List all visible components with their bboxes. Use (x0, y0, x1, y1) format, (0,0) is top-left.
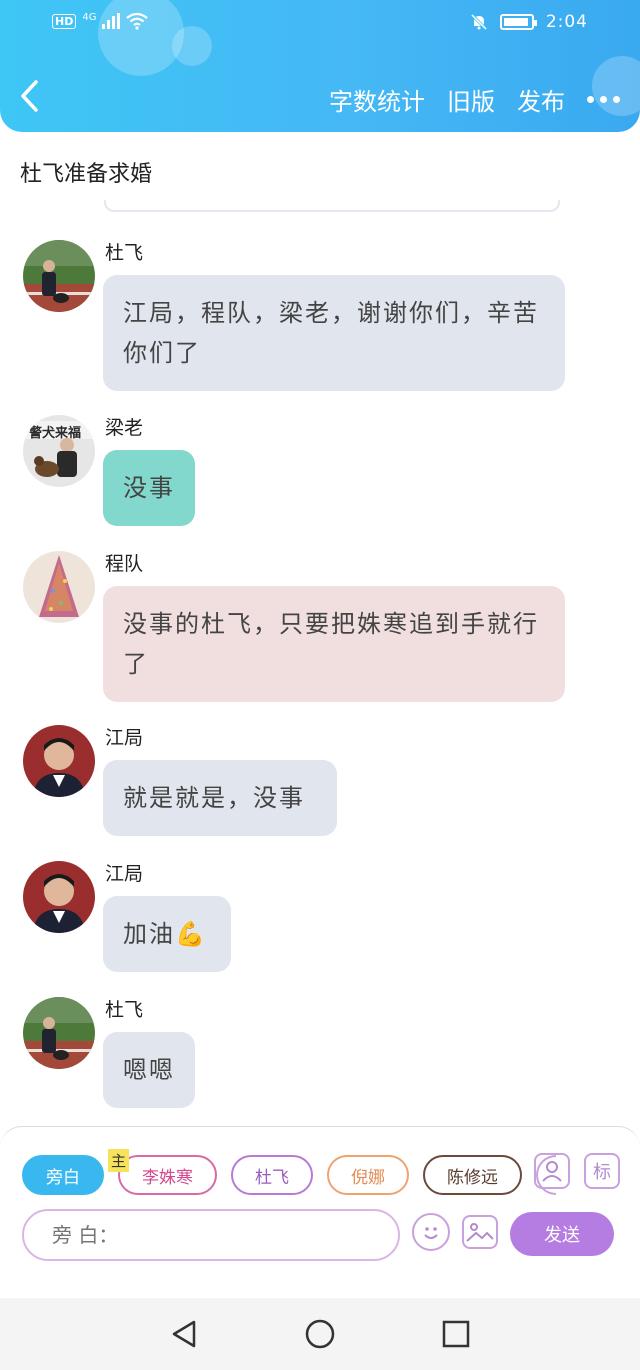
message-bubble[interactable]: 加油💪 (103, 896, 231, 972)
avatar[interactable]: 警犬来福 (23, 415, 95, 487)
svg-text:警犬来福: 警犬来福 (29, 425, 81, 441)
more-icon[interactable] (587, 96, 620, 103)
message-bubble[interactable]: 没事 (103, 450, 195, 526)
tag-icon[interactable]: 标 (584, 1153, 620, 1189)
emoji-icon[interactable] (412, 1213, 450, 1251)
message-bubble[interactable]: 没事的杜飞，只要把姝寒追到手就行了 (103, 586, 565, 702)
role-chip-narrator[interactable]: 旁白 (22, 1155, 104, 1195)
previous-card-edge (104, 200, 560, 212)
message-text: 加油 (123, 920, 175, 948)
nav-bar: 字数统计 旧版 发布 (0, 74, 640, 124)
message-bubble[interactable]: 就是就是，没事 (103, 760, 337, 836)
avatar[interactable] (23, 861, 95, 933)
recents-icon[interactable] (440, 1318, 472, 1350)
publish-button[interactable]: 发布 (517, 82, 565, 117)
dialogue-input[interactable] (22, 1209, 400, 1261)
main-role-badge: 主 (108, 1149, 130, 1172)
sender-name: 杜飞 (105, 999, 144, 1021)
editor-panel: 旁白 主 李姝寒 杜飞 倪娜 陈修远 标 发送 (0, 1126, 640, 1298)
word-count-button[interactable]: 字数统计 (329, 82, 425, 117)
signal-icon (102, 13, 121, 29)
hd-indicator: HD (52, 13, 77, 29)
sender-name: 江局 (105, 727, 144, 749)
avatar[interactable] (23, 240, 95, 312)
system-nav-bar (0, 1298, 640, 1370)
role-chip-label: 李姝寒 (142, 1167, 193, 1188)
role-chip-chen-xiuyuan[interactable]: 陈修远 (423, 1155, 522, 1195)
back-arrow-icon[interactable] (18, 78, 58, 118)
sender-name: 梁老 (105, 417, 144, 439)
avatar[interactable] (23, 725, 95, 797)
wifi-icon (126, 12, 149, 30)
message-bubble[interactable]: 嗯嗯 (103, 1032, 195, 1108)
role-selector: 旁白 主 李姝寒 杜飞 倪娜 陈修远 (22, 1149, 556, 1195)
sender-name: 杜飞 (105, 242, 144, 264)
send-button[interactable]: 发送 (510, 1212, 614, 1256)
role-chip-li-shuhan[interactable]: 主 李姝寒 (108, 1149, 217, 1195)
role-chip-du-fei[interactable]: 杜飞 (231, 1155, 313, 1195)
old-version-button[interactable]: 旧版 (447, 82, 495, 117)
page-title: 杜飞准备求婚 (20, 162, 153, 187)
avatar[interactable] (23, 997, 95, 1069)
back-icon[interactable] (168, 1318, 200, 1350)
avatar[interactable] (23, 551, 95, 623)
flexed-biceps-icon: 💪 (175, 920, 207, 948)
network-type: 4G (82, 11, 97, 23)
sender-name: 程队 (105, 553, 144, 575)
clock: 2:04 (545, 12, 588, 32)
role-chip-ni-na[interactable]: 倪娜 (327, 1155, 409, 1195)
image-icon[interactable] (462, 1215, 498, 1249)
battery-icon (499, 14, 537, 30)
status-bar: HD 4G 2:04 (0, 10, 640, 40)
message-bubble[interactable]: 江局，程队，梁老，谢谢你们，辛苦你们了 (103, 275, 565, 391)
app-header: HD 4G 2:04 字数统计 旧版 发布 (0, 0, 640, 132)
mute-bell-icon (470, 13, 487, 31)
sender-name: 江局 (105, 863, 144, 885)
role-manage-icon[interactable] (534, 1153, 570, 1189)
home-icon[interactable] (304, 1318, 336, 1350)
